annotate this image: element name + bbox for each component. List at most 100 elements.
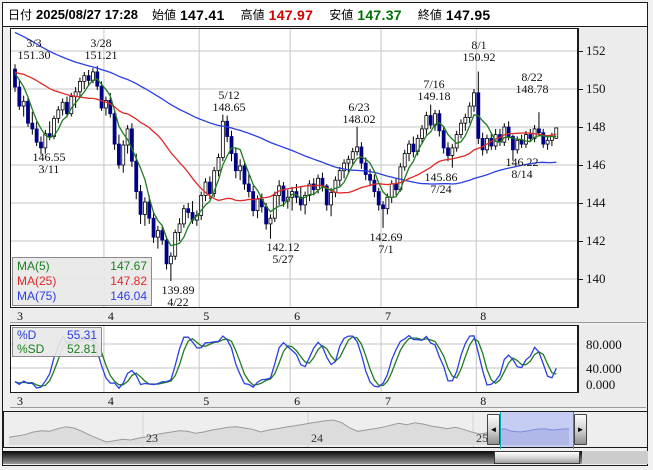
month-label: 5 (203, 394, 209, 409)
candle-down (282, 186, 285, 201)
candle-down (395, 184, 398, 190)
navigator-left-handle[interactable]: ◄ (487, 414, 500, 445)
ma75-legend-row: MA(75) 146.04 (17, 289, 147, 304)
chart-application-window: 日付 2025/08/27 17:28 始値 147.41 高値 147.97 … (0, 0, 653, 470)
candle-down (165, 240, 168, 264)
month-axis-main: 345678 (10, 308, 646, 323)
candle-up (408, 144, 411, 154)
chart-annotation: 142.69 7/1 (370, 231, 403, 255)
candle-up (390, 184, 393, 197)
date-value: 2025/08/27 17:28 (36, 7, 138, 22)
price-axis-label: 150 (586, 81, 606, 97)
candle-down (382, 205, 385, 209)
open-label: 始値 (152, 6, 176, 23)
navigator-year-label: 24 (311, 431, 323, 446)
candle-up (468, 106, 471, 117)
chart-annotation: 146.22 8/14 (506, 156, 539, 180)
chart-annotation: 3/28 151.21 (85, 37, 118, 61)
chart-annotation: 3/3 151.30 (18, 37, 51, 61)
candle-up (22, 101, 25, 106)
chart-annotation: 139.89 4/22 (162, 284, 195, 308)
candle-up (546, 140, 549, 144)
candle-down (321, 178, 324, 186)
stochastic-axis-label: 80.000 (586, 337, 622, 353)
price-axis-label: 152 (586, 43, 606, 59)
ma75-value: 146.04 (110, 289, 147, 304)
month-label: 8 (480, 394, 486, 409)
open-value: 147.41 (180, 7, 225, 23)
candle-down (412, 144, 415, 152)
ma5-value: 147.67 (110, 259, 147, 274)
ma25-label: MA(25) (17, 274, 56, 289)
ma5-label: MA(5) (17, 259, 50, 274)
candle-up (182, 209, 185, 224)
axis-tick (579, 51, 583, 52)
candle-down (48, 134, 51, 137)
right-arrow-icon: ► (577, 425, 585, 434)
price-axis-label: 142 (586, 233, 606, 249)
axis-tick (579, 89, 583, 90)
candle-up (451, 148, 454, 156)
month-label: 3 (17, 394, 23, 409)
candle-down (87, 76, 90, 81)
stochastic-axis-label: 0.000 (586, 377, 615, 393)
month-label: 6 (294, 309, 300, 324)
candle-down (520, 140, 523, 144)
candle-up (472, 93, 475, 106)
candle-down (369, 175, 372, 181)
candle-down (529, 135, 532, 139)
chart-annotation: 6/23 148.02 (343, 101, 376, 125)
left-arrow-icon: ◄ (490, 425, 498, 434)
candle-up (273, 195, 276, 218)
scrollbar-track-remainder[interactable] (582, 451, 648, 464)
candle-down (243, 166, 246, 184)
main-chart-panel[interactable]: 3/3 151.30 3/28 151.21 146.55 3/11 139.89 4… (10, 28, 578, 308)
month-label: 8 (480, 309, 486, 324)
navigator-right-handle[interactable]: ► (574, 414, 587, 445)
percent-sd-row: %SD 52.81 (17, 342, 97, 356)
candle-up (317, 178, 320, 189)
candle-down (31, 123, 34, 129)
axis-tick (579, 203, 583, 204)
chart-annotation: 146.55 3/11 (33, 151, 66, 175)
month-label: 7 (385, 394, 391, 409)
candle-down (373, 180, 376, 191)
month-label: 4 (108, 309, 114, 324)
candle-down (377, 192, 380, 205)
candle-down (234, 154, 237, 171)
candle-up (239, 166, 242, 171)
candle-down (135, 161, 138, 191)
candle-up (57, 110, 60, 119)
candle-up (178, 224, 181, 233)
candle-up (330, 193, 333, 205)
quote-header: 日付 2025/08/27 17:28 始値 147.41 高値 147.97 … (3, 3, 647, 27)
stochastic-panel[interactable]: %D 55.31 %SD 52.81 (10, 325, 578, 393)
ma5-legend-row: MA(5) 147.67 (17, 259, 147, 274)
candle-up (83, 76, 86, 82)
candle-down (507, 127, 510, 137)
candle-down (161, 231, 164, 241)
candle-down (117, 144, 120, 165)
low-value: 147.37 (357, 7, 402, 23)
candle-up (269, 218, 272, 224)
candle-down (447, 148, 450, 156)
navigator-year-label: 25 (476, 431, 488, 446)
candle-down (152, 218, 155, 237)
horizontal-scrollbar[interactable] (3, 451, 648, 464)
candle-up (421, 129, 424, 139)
candle-up (356, 147, 359, 152)
range-navigator[interactable]: ◄ ► 232425 (3, 411, 648, 448)
axis-tick (579, 165, 583, 166)
candle-down (14, 69, 17, 87)
percent-d-row: %D 55.31 (17, 328, 97, 342)
axis-tick (579, 127, 583, 128)
candle-up (78, 81, 81, 91)
month-label: 5 (203, 309, 209, 324)
ma25-legend-row: MA(25) 147.82 (17, 274, 147, 289)
selection-start-marker (500, 412, 501, 449)
price-axis-label: 140 (586, 271, 606, 287)
scrollbar-thumb[interactable] (494, 451, 580, 464)
month-label: 3 (17, 309, 23, 324)
axis-tick (579, 279, 583, 280)
month-label: 4 (108, 394, 114, 409)
